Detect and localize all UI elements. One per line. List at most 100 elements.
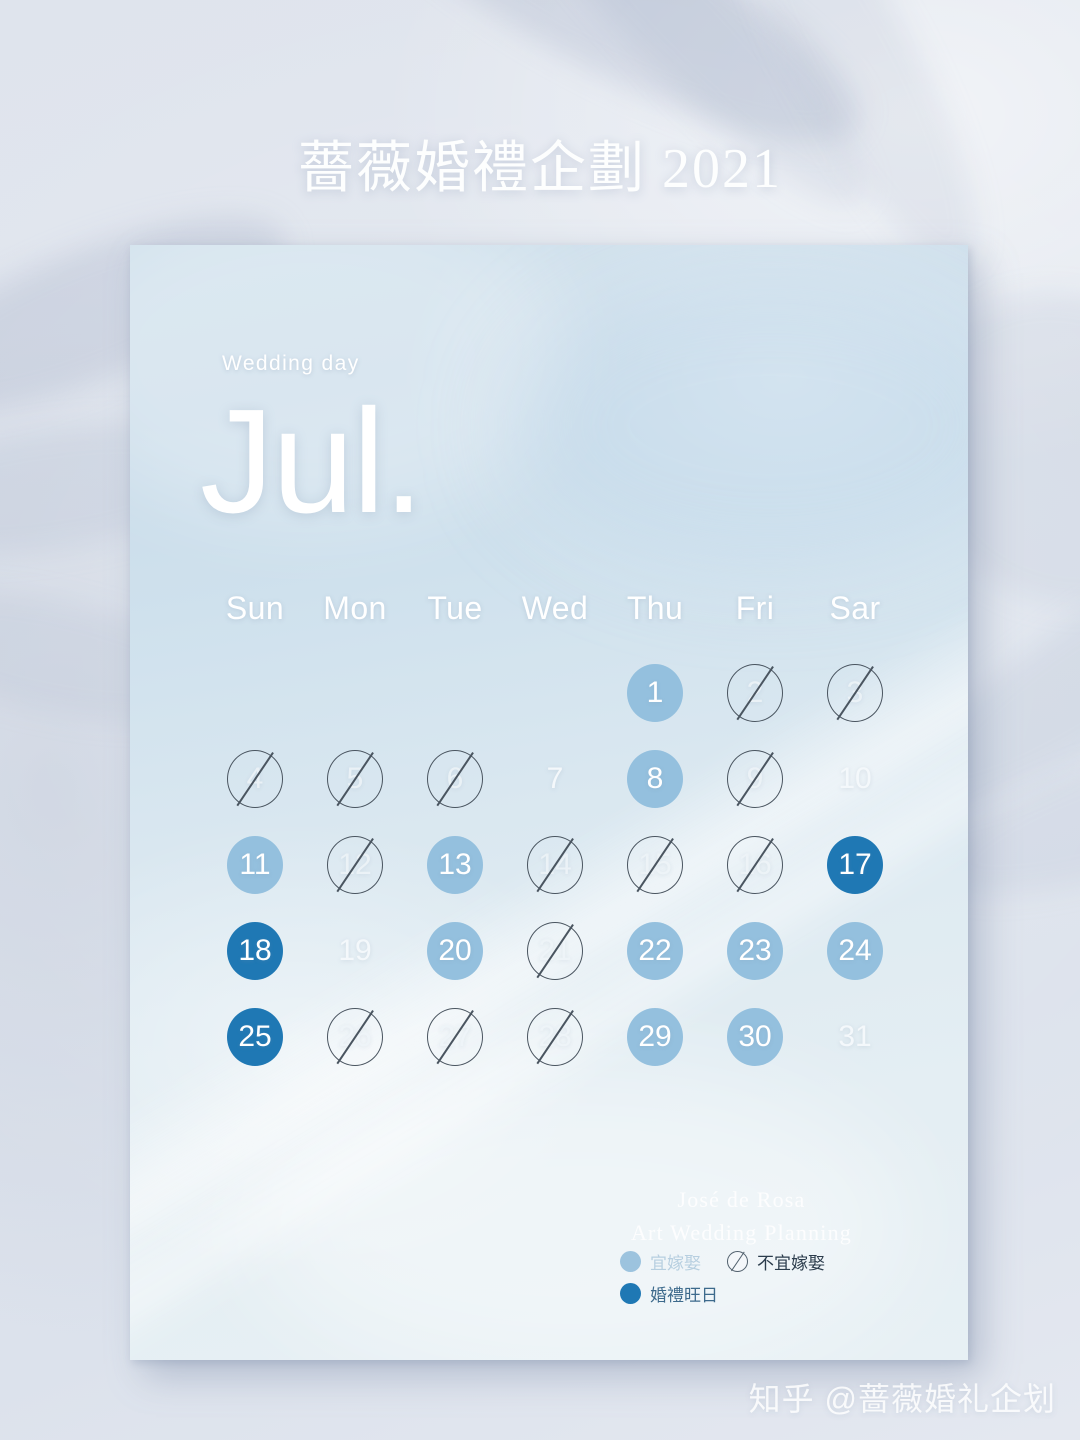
day-number: 22 — [638, 934, 672, 967]
day-mark-bad: 3 — [827, 664, 883, 722]
legend-row: 婚禮旺日 — [620, 1277, 920, 1309]
day-mark-good: 30 — [727, 1008, 783, 1066]
day-cell-16[interactable]: 16 — [705, 822, 805, 908]
day-cell-7[interactable]: 7 — [505, 736, 605, 822]
day-mark-bad: 4 — [227, 750, 283, 808]
day-mark-bad: 14 — [527, 836, 583, 894]
day-cell-25[interactable]: 25 — [205, 994, 305, 1080]
day-cell-13[interactable]: 13 — [405, 822, 505, 908]
day-mark-good: 13 — [427, 836, 483, 894]
day-mark-good: 11 — [227, 836, 283, 894]
day-number: 9 — [746, 762, 764, 795]
day-mark-bad: 28 — [527, 1008, 583, 1066]
legend-label: 婚禮旺日 — [650, 1285, 718, 1305]
legend-swatch-best-icon — [620, 1282, 641, 1304]
day-number: 17 — [838, 848, 872, 881]
day-mark-bad: 15 — [627, 836, 683, 894]
day-mark-bad: 27 — [427, 1008, 483, 1066]
wedding-day-label: Wedding day — [222, 352, 360, 375]
day-cell-11[interactable]: 11 — [205, 822, 305, 908]
day-number: 16 — [738, 848, 772, 881]
day-number: 15 — [638, 848, 672, 881]
weekday-header-fri: Fri — [735, 590, 775, 626]
day-mark-good: 23 — [727, 922, 783, 980]
day-number: 12 — [338, 848, 372, 881]
day-number: 7 — [546, 762, 564, 795]
day-cell-10[interactable]: 10 — [805, 736, 905, 822]
calendar-card: Wedding day Jul. Sun Mon Tue Wed Thu Fri Sar 1… — [130, 245, 968, 1360]
day-cell-23[interactable]: 23 — [705, 908, 805, 994]
weekday-header-tue: Tue — [427, 590, 483, 626]
day-cell-12[interactable]: 12 — [305, 822, 405, 908]
day-number: 25 — [238, 1020, 272, 1053]
day-cell-19[interactable]: 19 — [305, 908, 405, 994]
day-cell-31[interactable]: 31 — [805, 994, 905, 1080]
day-mark-best: 18 — [227, 922, 283, 980]
day-number: 10 — [838, 762, 872, 795]
day-cell-30[interactable]: 30 — [705, 994, 805, 1080]
weekday-header-thu: Thu — [626, 590, 684, 626]
day-number: 11 — [239, 848, 271, 881]
day-number: 2 — [746, 676, 764, 709]
day-cell-28[interactable]: 28 — [505, 994, 605, 1080]
day-number: 13 — [438, 848, 472, 881]
day-cell-14[interactable]: 14 — [505, 822, 605, 908]
day-number: 8 — [646, 762, 664, 795]
legend-label: 宜嫁娶 — [650, 1253, 701, 1273]
legend-swatch-good-icon — [620, 1250, 641, 1272]
day-cell-15[interactable]: 15 — [605, 822, 705, 908]
day-cell-2[interactable]: 2 — [705, 650, 805, 736]
day-cell-18[interactable]: 18 — [205, 908, 305, 994]
day-mark-bad: 5 — [327, 750, 383, 808]
day-cell-1[interactable]: 1 — [605, 650, 705, 736]
day-cell-4[interactable]: 4 — [205, 736, 305, 822]
day-number: 23 — [738, 934, 772, 967]
day-cell-9[interactable]: 9 — [705, 736, 805, 822]
watermark: 知乎 @蔷薇婚礼企划 — [748, 1381, 1056, 1417]
day-mark-bad: 16 — [727, 836, 783, 894]
day-cell-5[interactable]: 5 — [305, 736, 405, 822]
day-number: 5 — [346, 762, 364, 795]
day-mark-best: 25 — [227, 1008, 283, 1066]
day-cell-21[interactable]: 21 — [505, 908, 605, 994]
day-number: 31 — [838, 1020, 872, 1053]
legend: 宜嫁娶 不宜嫁娶婚禮旺日 — [620, 1245, 920, 1309]
day-cell-26[interactable]: 26 — [305, 994, 405, 1080]
day-number: 20 — [438, 934, 472, 967]
wedding-calendar-poster: 薔薇婚禮企劃 2021 Wedding day Jul. Sun Mon Tue We… — [0, 0, 1080, 1440]
legend-row: 宜嫁娶 不宜嫁娶 — [620, 1245, 920, 1277]
legend-item-good: 宜嫁娶 — [620, 1249, 701, 1274]
day-mark-bad: 2 — [727, 664, 783, 722]
day-number: 4 — [246, 762, 264, 795]
day-cell-24[interactable]: 24 — [805, 908, 905, 994]
day-mark-best: 17 — [827, 836, 883, 894]
day-number: 30 — [738, 1020, 772, 1053]
day-cell-20[interactable]: 20 — [405, 908, 505, 994]
day-cell-17[interactable]: 17 — [805, 822, 905, 908]
day-cell-27[interactable]: 27 — [405, 994, 505, 1080]
legend-swatch-bad-icon — [727, 1250, 748, 1272]
day-mark-good: 29 — [627, 1008, 683, 1066]
day-number: 29 — [638, 1020, 672, 1053]
day-cell-6[interactable]: 6 — [405, 736, 505, 822]
day-number: 1 — [646, 676, 664, 709]
day-cell-8[interactable]: 8 — [605, 736, 705, 822]
day-mark-bad: 9 — [727, 750, 783, 808]
day-number: 18 — [238, 934, 272, 967]
day-mark-plain: 19 — [327, 922, 383, 980]
weekday-header-sun: Sun — [225, 590, 285, 626]
day-cell-29[interactable]: 29 — [605, 994, 705, 1080]
month-name: Jul. — [200, 379, 424, 544]
day-number: 27 — [438, 1020, 472, 1053]
days-grid: 1 2 3 4 5 6 7 8 9 10 11 12 13 14 15 16 17 18 19 20 21 22 23 24 2… — [205, 650, 905, 1080]
weekday-header-wed: Wed — [521, 590, 589, 626]
day-number: 21 — [538, 934, 572, 967]
page-title: 薔薇婚禮企劃 2021 — [298, 138, 782, 200]
day-cell-3[interactable]: 3 — [805, 650, 905, 736]
day-cell-22[interactable]: 22 — [605, 908, 705, 994]
legend-item-best: 婚禮旺日 — [620, 1281, 718, 1306]
weekday-header-row: Sun Mon Tue Wed Thu Fri Sar — [205, 590, 905, 627]
day-mark-good: 22 — [627, 922, 683, 980]
day-number: 14 — [538, 848, 572, 881]
day-mark-good: 1 — [627, 664, 683, 722]
